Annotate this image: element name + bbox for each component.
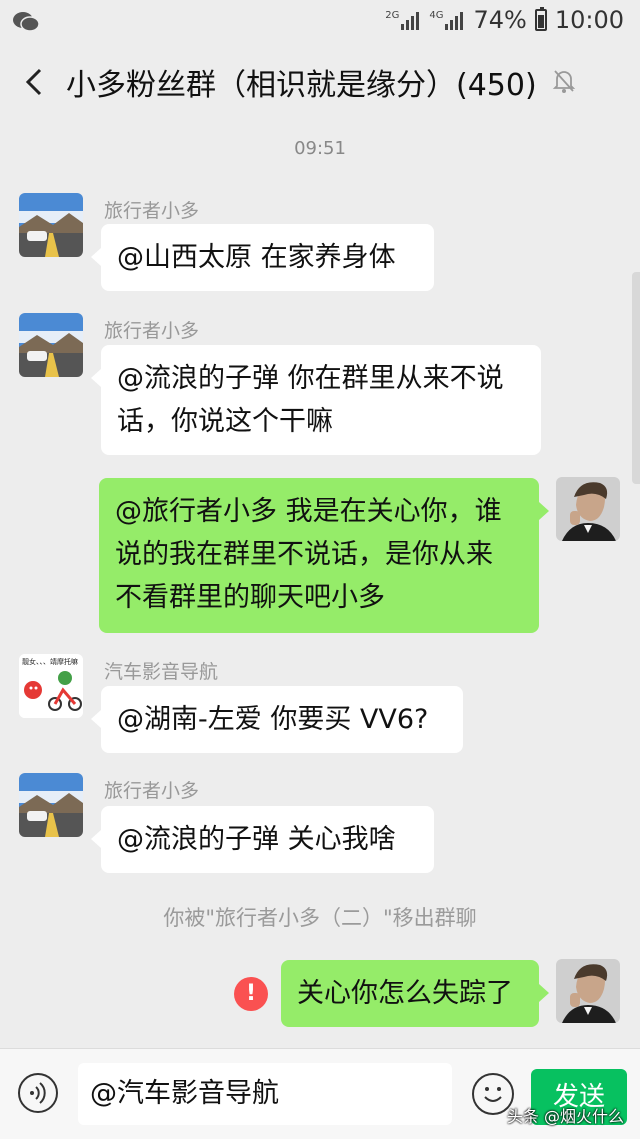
sender-name: 汽车影音导航 bbox=[104, 661, 219, 683]
chat-title: 小多粉丝群（相识就是缘分）(450) bbox=[66, 68, 537, 103]
message-text: 关心你怎么失踪了 bbox=[297, 978, 513, 1009]
sender-name: 旅行者小多 bbox=[104, 200, 200, 222]
my-avatar[interactable] bbox=[556, 959, 620, 1023]
message-text-line: @流浪的子弹 你在群里从来不说 bbox=[117, 363, 504, 394]
message-bubble[interactable]: @流浪的子弹 你在群里从来不说 话，你说这个干嘛 bbox=[91, 345, 541, 455]
send-failed-icon[interactable]: ! bbox=[234, 977, 268, 1011]
battery-percent: 74% bbox=[473, 6, 527, 34]
mute-bell-icon bbox=[552, 68, 576, 98]
clock: 10:00 bbox=[554, 6, 624, 34]
message-bubble[interactable]: @流浪的子弹 关心我啥 bbox=[91, 806, 434, 873]
message-input[interactable] bbox=[78, 1063, 452, 1125]
watermark: 头条 @烟火什么 bbox=[506, 1107, 624, 1126]
avatar-traveler[interactable] bbox=[19, 773, 83, 837]
avatar-car-audio[interactable]: 靓女、、、靖摩托嘛 bbox=[19, 654, 83, 718]
message-bubble[interactable]: @湖南-左爱 你要买 VV6? bbox=[91, 686, 463, 753]
message-text: @湖南-左爱 你要买 VV6? bbox=[117, 704, 429, 735]
my-message-bubble[interactable]: @旅行者小多 我是在关心你，谁 说的我在群里不说话，是你从来 不看群里的聊天吧小… bbox=[99, 478, 549, 633]
battery-icon bbox=[534, 7, 547, 31]
signal-icon-2g: 2G bbox=[385, 10, 421, 30]
scrollbar[interactable] bbox=[632, 272, 640, 484]
avatar-traveler[interactable] bbox=[19, 313, 83, 377]
system-notice: 你被"旅行者小多（二）"移出群聊 bbox=[163, 906, 477, 930]
message-text-line: 不看群里的聊天吧小多 bbox=[115, 582, 385, 613]
message-bubble[interactable]: @山西太原 在家养身体 bbox=[91, 224, 434, 291]
avatar-traveler[interactable] bbox=[19, 193, 83, 257]
message-text-line: 说的我在群里不说话，是你从来 bbox=[115, 539, 493, 570]
status-bar: 2G 4G 74% 10:00 bbox=[0, 0, 640, 46]
my-message-bubble[interactable]: 关心你怎么失踪了 bbox=[281, 960, 549, 1027]
message-text-line: @旅行者小多 我是在关心你，谁 bbox=[115, 496, 502, 527]
message-text-line: 话，你说这个干嘛 bbox=[117, 406, 333, 437]
wechat-icon bbox=[12, 10, 40, 38]
my-avatar[interactable] bbox=[556, 477, 620, 541]
message-text: @流浪的子弹 关心我啥 bbox=[117, 824, 396, 855]
signal-icon-4g: 4G bbox=[429, 10, 465, 30]
chat-header: 小多粉丝群（相识就是缘分）(450) bbox=[0, 46, 640, 120]
back-arrow-icon[interactable] bbox=[18, 64, 54, 100]
sender-name: 旅行者小多 bbox=[104, 320, 200, 342]
message-text: @山西太原 在家养身体 bbox=[117, 242, 396, 273]
time-separator: 09:51 bbox=[294, 138, 346, 159]
voice-input-icon[interactable] bbox=[18, 1073, 58, 1113]
sender-name: 旅行者小多 bbox=[104, 780, 200, 802]
svg-text:靓女、、、靖摩托嘛: 靓女、、、靖摩托嘛 bbox=[22, 657, 78, 666]
